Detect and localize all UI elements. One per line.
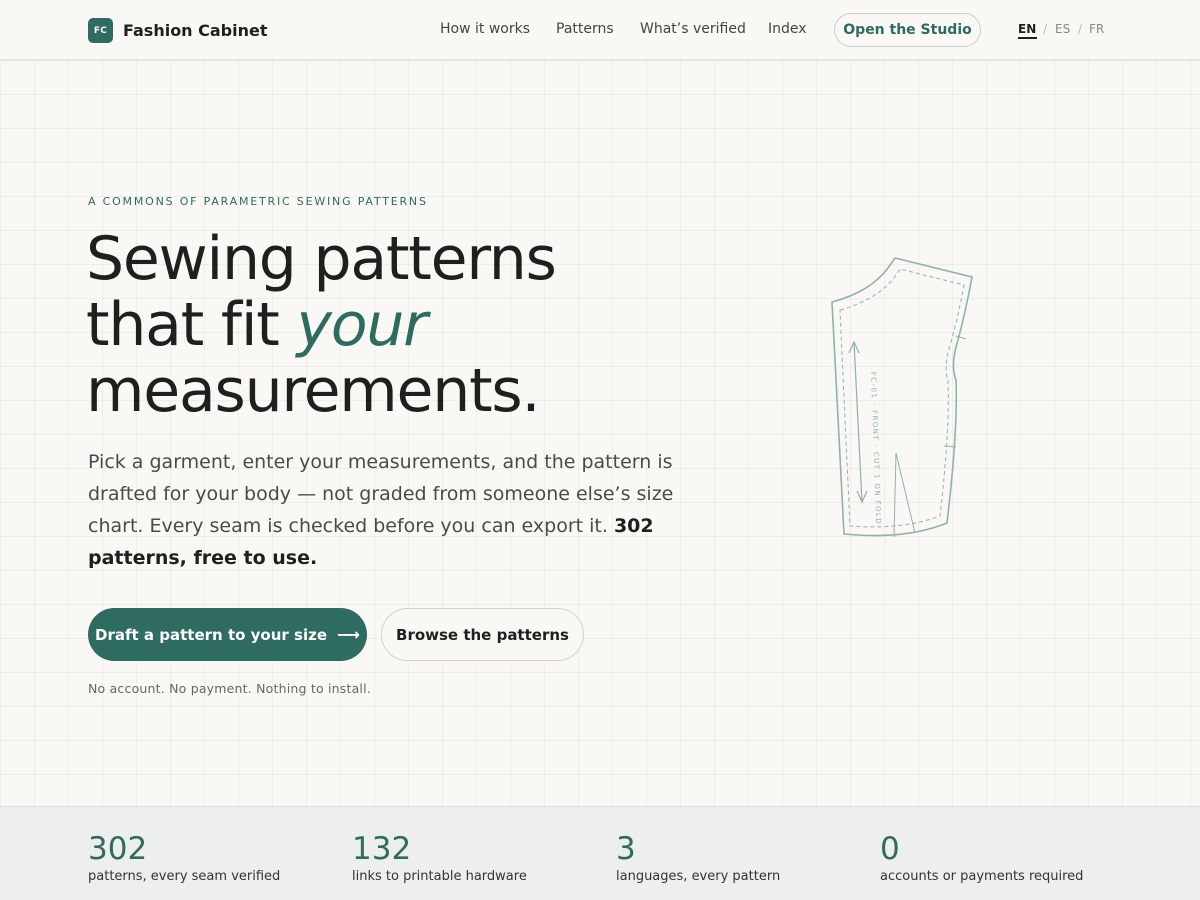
- stat-item: 3 languages, every pattern: [616, 831, 780, 884]
- pattern-outline: [831, 257, 973, 537]
- hero-eyebrow: A COMMONS OF PARAMETRIC SEWING PATTERNS: [88, 195, 428, 208]
- stat-item: 132 links to printable hardware: [352, 831, 527, 884]
- stat-item: 302 patterns, every seam verified: [88, 831, 280, 884]
- browse-patterns-button[interactable]: Browse the patterns: [381, 608, 584, 661]
- open-studio-button[interactable]: Open the Studio: [834, 13, 981, 47]
- stat-label: patterns, every seam verified: [88, 869, 281, 884]
- hero-fineprint: No account. No payment. Nothing to insta…: [88, 681, 371, 696]
- language-en[interactable]: EN: [1018, 22, 1036, 36]
- draft-pattern-label: Draft a pattern to your size: [95, 625, 328, 644]
- stat-value: 132: [352, 831, 412, 867]
- grainline: [853, 341, 863, 503]
- draft-pattern-button[interactable]: Draft a pattern to your size ⟶: [88, 608, 367, 661]
- stat-label: accounts or payments required: [880, 869, 1084, 884]
- nav-patterns[interactable]: Patterns: [556, 21, 614, 37]
- stat-label: languages, every pattern: [616, 869, 781, 884]
- hero-headline: Sewing patterns that fit your measuremen…: [86, 226, 706, 424]
- headline-line-3: measurements.: [86, 356, 541, 426]
- nav-index[interactable]: Index: [768, 21, 807, 37]
- stat-value: 0: [880, 831, 900, 867]
- logo-mark: FC: [88, 18, 113, 43]
- stats-bar: 302 patterns, every seam verified 132 li…: [0, 806, 1200, 900]
- dart-left: [893, 452, 897, 538]
- language-separator: /: [1078, 22, 1083, 36]
- hero-description: Pick a garment, enter your measurements,…: [88, 446, 698, 574]
- pattern-piece-label: FC-01 · FRONT · CUT 1 ON FOLD: [869, 372, 882, 525]
- headline-emphasis: your: [296, 290, 428, 360]
- stat-item: 0 accounts or payments required: [880, 831, 1083, 884]
- arrow-right-icon: ⟶: [337, 625, 360, 644]
- hero-description-text: Pick a garment, enter your measurements,…: [88, 451, 674, 537]
- nav-whats-verified[interactable]: What’s verified: [640, 21, 746, 37]
- nav-how-it-works[interactable]: How it works: [440, 21, 530, 37]
- pattern-piece-illustration: FC-01 · FRONT · CUT 1 ON FOLD: [831, 257, 973, 538]
- language-fr[interactable]: FR: [1089, 22, 1104, 36]
- headline-line-1: Sewing patterns: [86, 224, 557, 294]
- dart-right: [895, 452, 916, 534]
- stat-label: links to printable hardware: [352, 869, 527, 884]
- site-header: FC Fashion Cabinet How it works Patterns…: [0, 0, 1200, 60]
- seam-allowance-line: [839, 268, 965, 528]
- headline-line-2: that fit: [86, 290, 297, 360]
- brand-name: Fashion Cabinet: [123, 21, 268, 40]
- language-separator: /: [1043, 22, 1048, 36]
- stat-value: 3: [616, 831, 636, 867]
- logo[interactable]: FC Fashion Cabinet: [88, 18, 268, 43]
- active-language-indicator: [1018, 37, 1037, 39]
- language-es[interactable]: ES: [1055, 22, 1070, 36]
- notch-mark: [955, 335, 967, 340]
- stat-value: 302: [88, 831, 148, 867]
